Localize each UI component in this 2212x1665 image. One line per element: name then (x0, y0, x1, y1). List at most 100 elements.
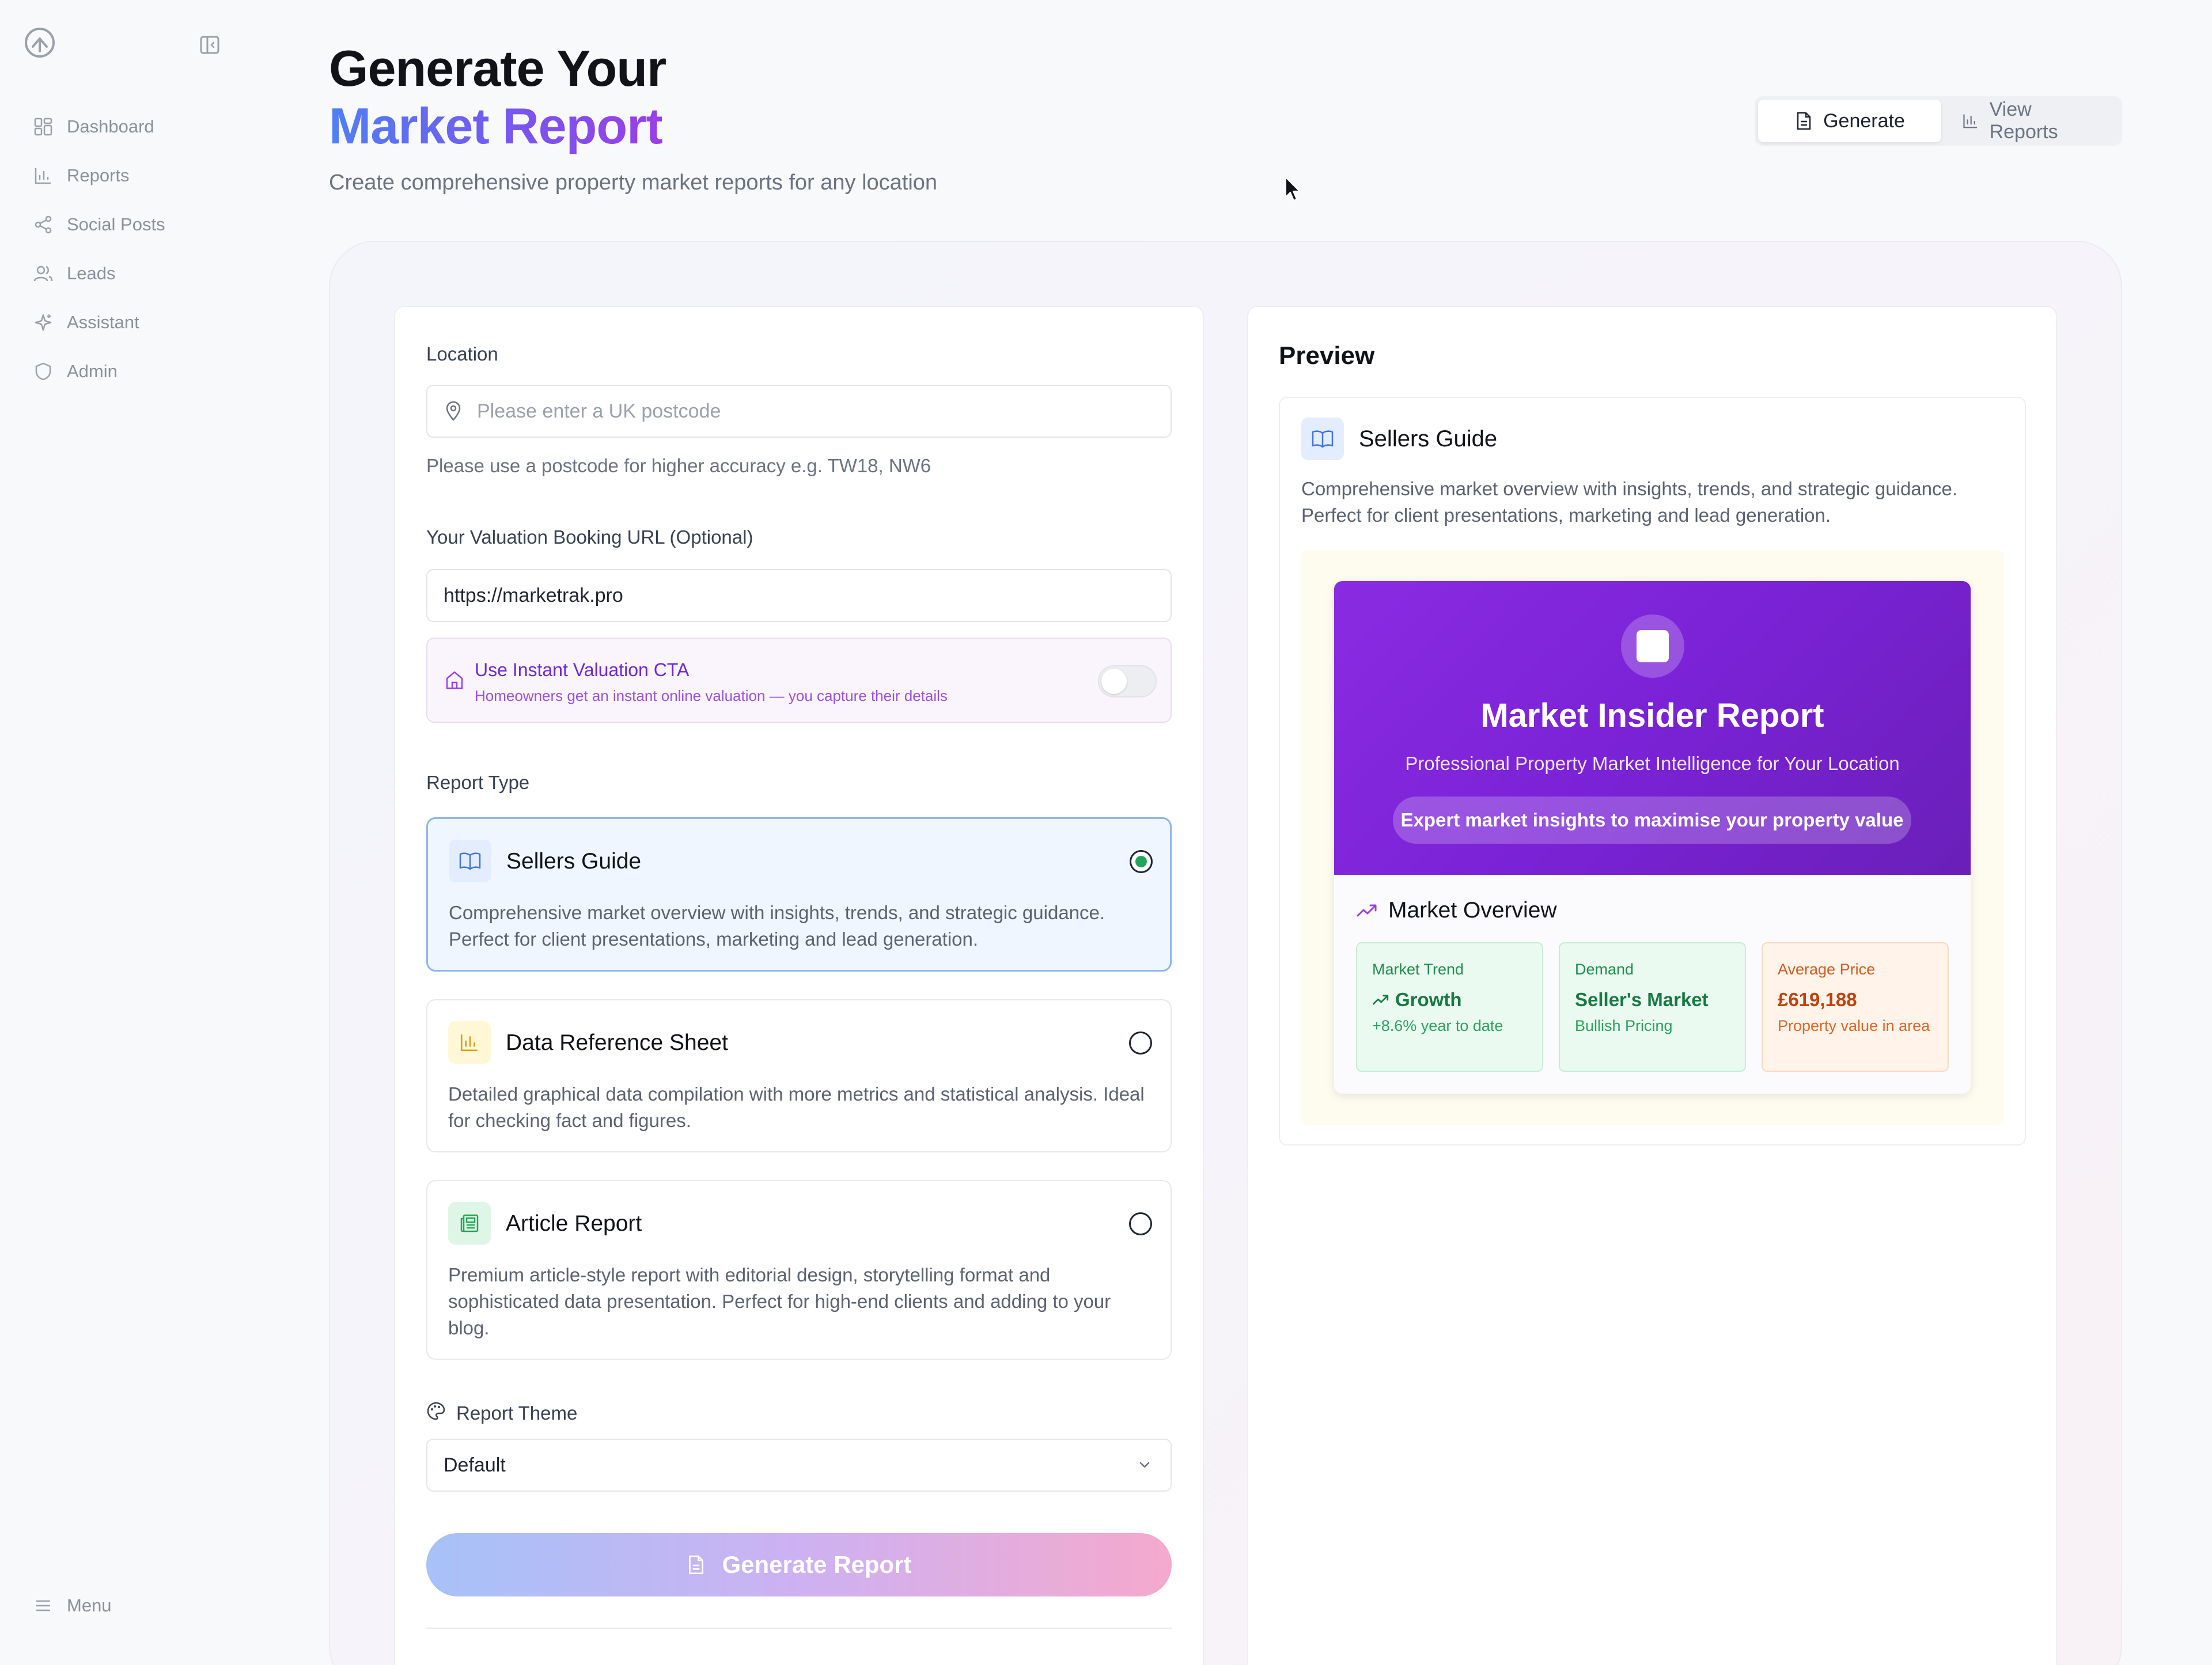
report-type-label: Report Type (426, 772, 530, 793)
report-subtitle: Professional Property Market Intelligenc… (1405, 753, 1900, 774)
location-input[interactable]: Please enter a UK postcode (426, 385, 1172, 438)
report-theme-label: Report Theme (456, 1402, 578, 1424)
bar-chart-icon (448, 1021, 491, 1064)
sidebar-item-label: Admin (67, 361, 118, 381)
grid-icon (34, 117, 52, 135)
report-type-article-report[interactable]: Article Report Premium article-style rep… (426, 1180, 1172, 1360)
shield-icon (35, 362, 51, 380)
report-type-radio[interactable] (1130, 850, 1153, 873)
tab-generate-label: Generate (1823, 109, 1905, 132)
stat-value: £619,188 (1778, 989, 1857, 1010)
stat-sub: +8.6% year to date (1372, 1017, 1503, 1034)
url-input[interactable]: https://marketrak.pro (426, 569, 1172, 622)
cta-subtitle: Homeowners get an instant online valuati… (475, 687, 948, 704)
app-logo-icon[interactable] (23, 26, 56, 59)
stat-sub: Property value in area (1778, 1017, 1930, 1034)
location-placeholder: Please enter a UK postcode (477, 400, 721, 422)
trending-up-icon (1373, 995, 1389, 1005)
report-type-desc: Premium article-style report with editor… (448, 1264, 1111, 1338)
hamburger-icon (36, 1600, 50, 1611)
page-title-line1: Generate Your (329, 40, 666, 97)
report-type-desc: Detailed graphical data compilation with… (448, 1083, 1145, 1131)
market-overview-title: Market Overview (1388, 898, 1557, 923)
stat-label: Demand (1575, 961, 1634, 978)
report-theme-value: Default (444, 1454, 506, 1476)
sidebar-menu-button[interactable]: Menu (33, 1595, 112, 1616)
palette-icon (427, 1402, 445, 1420)
generate-report-label: Generate Report (722, 1551, 912, 1578)
home-icon (446, 671, 463, 689)
location-label: Location (426, 343, 498, 365)
report-type-data-reference-sheet[interactable]: Data Reference Sheet Detailed graphical … (426, 999, 1172, 1152)
report-thumbnail: Market Insider Report Professional Prope… (1334, 581, 1971, 1094)
sidebar-item-admin[interactable]: Admin (33, 347, 165, 396)
toggle-knob (1101, 669, 1127, 694)
bar-chart-icon (35, 168, 51, 184)
preview-type-desc: Comprehensive market overview with insig… (1301, 478, 1958, 526)
stat-value: Growth (1372, 989, 1527, 1011)
report-type-title: Sellers Guide (506, 849, 642, 874)
bar-chart-icon (1963, 114, 1978, 128)
newspaper-icon (448, 1202, 491, 1245)
share-icon (35, 215, 52, 233)
report-tagline-pill: Expert market insights to maximise your … (1393, 797, 1911, 844)
view-toggle: Generate View Reports (1755, 96, 2122, 146)
document-icon (689, 1555, 704, 1575)
users-icon (33, 266, 53, 281)
stat-sub: Bullish Pricing (1575, 1017, 1673, 1034)
report-title: Market Insider Report (1480, 697, 1824, 734)
report-theme-select[interactable]: Default (426, 1439, 1172, 1492)
sidebar-nav: Dashboard Reports Social Posts Leads Ass… (33, 102, 165, 396)
sidebar-item-label: Assistant (67, 312, 139, 332)
report-type-radio[interactable] (1129, 1031, 1152, 1055)
trending-up-icon (1357, 904, 1377, 917)
stat-average-price: Average Price £619,188 Property value in… (1762, 942, 1949, 1072)
report-hero: Market Insider Report Professional Prope… (1334, 581, 1971, 875)
market-overview-heading: Market Overview (1356, 898, 1557, 923)
instant-valuation-cta: Use Instant Valuation CTA Homeowners get… (426, 638, 1172, 723)
sidebar-item-label: Social Posts (67, 214, 165, 234)
document-icon (1797, 112, 1811, 130)
chevron-down-icon (1139, 1462, 1150, 1468)
sparkle-icon (35, 314, 52, 331)
url-label: Your Valuation Booking URL (Optional) (426, 526, 753, 548)
cta-toggle-switch[interactable] (1098, 665, 1157, 697)
sidebar-item-leads[interactable]: Leads (33, 249, 165, 298)
tab-generate[interactable]: Generate (1758, 100, 1941, 142)
map-pin-icon (446, 401, 461, 421)
stat-label: Market Trend (1372, 961, 1464, 978)
sidebar-item-reports[interactable]: Reports (33, 151, 165, 200)
location-hint: Please use a postcode for higher accurac… (426, 455, 931, 476)
report-type-sellers-guide[interactable]: Sellers Guide Comprehensive market overv… (426, 817, 1172, 972)
menu-label: Menu (67, 1595, 112, 1615)
report-type-desc: Comprehensive market overview with insig… (449, 902, 1105, 950)
page-subtitle: Create comprehensive property market rep… (329, 170, 938, 195)
page-title-line2: Market Report (329, 97, 663, 154)
stat-value-text: Growth (1395, 989, 1462, 1010)
sidebar-item-label: Dashboard (67, 116, 154, 136)
sidebar-item-dashboard[interactable]: Dashboard (33, 102, 165, 151)
report-logo-icon (1637, 630, 1669, 662)
book-icon (1301, 418, 1344, 460)
report-type-title: Article Report (506, 1211, 642, 1236)
url-value: https://marketrak.pro (444, 584, 623, 606)
preview-heading: Preview (1279, 342, 1375, 370)
sidebar-item-social-posts[interactable]: Social Posts (33, 200, 165, 249)
generate-report-button[interactable]: Generate Report (426, 1533, 1172, 1596)
book-icon (449, 840, 491, 882)
sidebar-collapse-icon[interactable] (198, 33, 221, 56)
tab-view-reports[interactable]: View Reports (1941, 98, 2118, 143)
cta-title: Use Instant Valuation CTA (475, 659, 690, 680)
stat-label: Average Price (1778, 961, 1876, 978)
tab-view-reports-label: View Reports (1989, 98, 2058, 143)
stat-value: Seller's Market (1575, 989, 1709, 1010)
sidebar: Dashboard Reports Social Posts Leads Ass… (0, 0, 271, 1665)
report-type-radio[interactable] (1129, 1212, 1152, 1235)
mouse-cursor-icon (1285, 177, 1300, 201)
preview-type-title: Sellers Guide (1359, 426, 1498, 452)
sidebar-item-assistant[interactable]: Assistant (33, 298, 165, 347)
form-divider (426, 1628, 1172, 1629)
stat-demand: Demand Seller's Market Bullish Pricing (1559, 942, 1746, 1072)
sidebar-item-label: Leads (67, 263, 116, 283)
report-type-title: Data Reference Sheet (506, 1030, 728, 1055)
